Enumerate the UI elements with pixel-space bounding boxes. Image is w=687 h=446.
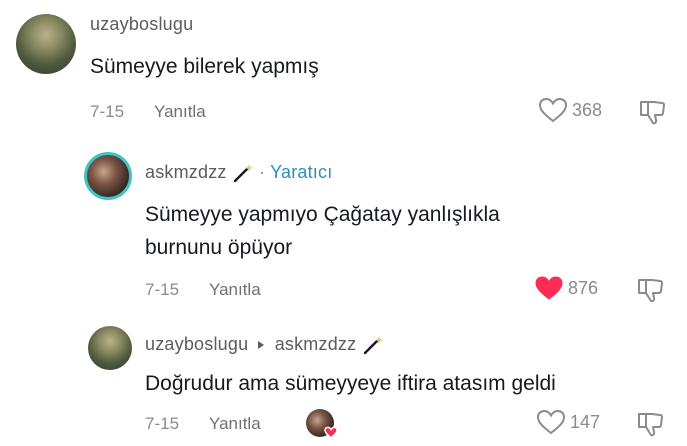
comment-text-line2: burnunu öpüyor bbox=[145, 236, 293, 259]
comment-username[interactable]: askmzdzz bbox=[145, 162, 227, 182]
heart-icon bbox=[538, 97, 568, 123]
comment-username[interactable]: uzayboslugu bbox=[90, 14, 193, 35]
magic-wand-icon bbox=[363, 336, 383, 355]
avatar[interactable] bbox=[88, 326, 132, 370]
like-button[interactable]: 368 bbox=[538, 97, 602, 123]
heart-icon bbox=[536, 409, 566, 435]
heart-filled-icon bbox=[535, 276, 563, 300]
dislike-button[interactable] bbox=[638, 98, 666, 131]
like-count: 368 bbox=[572, 99, 603, 120]
dislike-button[interactable] bbox=[636, 276, 664, 309]
reply-to-username[interactable]: askmzdzz bbox=[275, 334, 357, 354]
comment-date: 7-15 bbox=[145, 280, 180, 299]
caret-right-icon bbox=[258, 341, 265, 350]
comment-date: 7-15 bbox=[145, 414, 180, 433]
comment-username-row: askmzdzz · Yaratıcı bbox=[145, 162, 332, 184]
reply-button[interactable]: Yanıtla bbox=[154, 102, 206, 122]
separator-dot: · bbox=[259, 162, 266, 182]
comment-text: Sümeyye yapmıyo Çağatay yanlışlıkla bbox=[145, 203, 500, 226]
comment-text: Sümeyye bilerek yapmış bbox=[90, 55, 319, 78]
comment-text: Doğrudur ama sümeyyeye iftira atasım gel… bbox=[145, 372, 556, 395]
thumbs-down-icon bbox=[638, 413, 663, 437]
reply-button[interactable]: Yanıtla bbox=[209, 414, 261, 434]
thumbs-down-icon bbox=[640, 101, 665, 125]
magic-wand-icon bbox=[233, 164, 253, 183]
creator-badge: Yaratıcı bbox=[270, 162, 333, 182]
heart-badge-icon bbox=[324, 426, 338, 439]
thumbs-down-icon bbox=[638, 279, 663, 303]
avatar[interactable] bbox=[16, 14, 76, 74]
like-button[interactable]: 876 bbox=[534, 275, 598, 301]
reply-button[interactable]: Yanıtla bbox=[209, 280, 261, 300]
avatar[interactable] bbox=[84, 152, 132, 200]
creator-liked-avatar bbox=[306, 409, 338, 439]
like-button[interactable]: 147 bbox=[536, 409, 600, 435]
like-count: 876 bbox=[568, 277, 599, 298]
comment-username-row: uzayboslugu askmzdzz bbox=[145, 334, 384, 356]
dislike-button[interactable] bbox=[636, 410, 664, 443]
comment-username[interactable]: uzayboslugu bbox=[145, 334, 248, 354]
comment-date: 7-15 bbox=[90, 102, 125, 121]
like-count: 147 bbox=[570, 411, 601, 432]
